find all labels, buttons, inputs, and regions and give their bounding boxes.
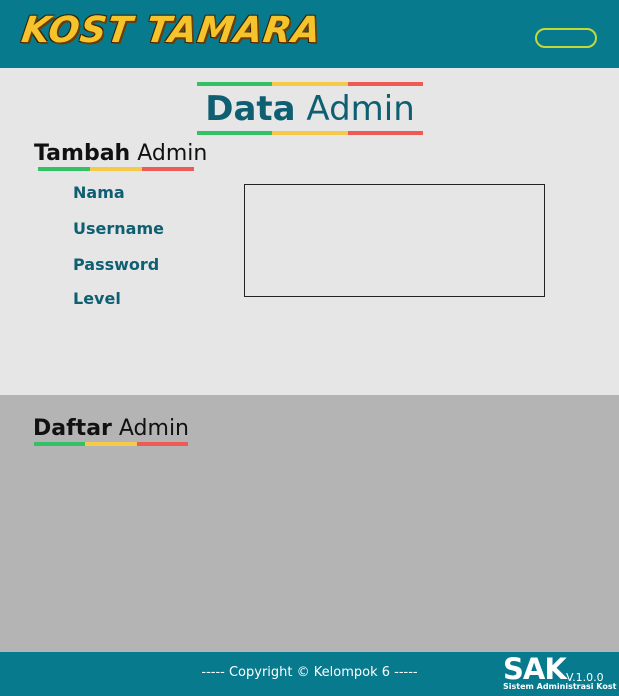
title-accent-top bbox=[197, 82, 423, 86]
page-title: Data Admin bbox=[197, 86, 423, 131]
tambah-title-light: Admin bbox=[137, 141, 208, 166]
tambah-accent bbox=[38, 167, 194, 171]
sak-version: V.1.0.0 bbox=[566, 671, 604, 684]
field-label-username: Username bbox=[73, 219, 164, 238]
field-label-level: Level bbox=[73, 289, 121, 308]
title-accent-bottom bbox=[197, 131, 423, 135]
tambah-title-bold: Tambah bbox=[34, 141, 131, 166]
page-title-bold: Data bbox=[205, 89, 296, 129]
header-pill-button[interactable] bbox=[535, 28, 597, 48]
daftar-accent bbox=[34, 442, 188, 446]
tambah-admin-title: Tambah Admin bbox=[34, 141, 207, 167]
daftar-title-bold: Daftar bbox=[33, 416, 112, 441]
page-title-block: Data Admin bbox=[197, 82, 423, 135]
daftar-admin-section: Daftar Admin bbox=[0, 395, 619, 652]
page-title-light: Admin bbox=[306, 89, 415, 129]
footer: ----- Copyright © Kelompok 6 ----- SAK V… bbox=[0, 652, 619, 696]
field-label-password: Password bbox=[73, 255, 160, 274]
kost-tamara-logo: KOST TAMARA bbox=[19, 10, 324, 51]
admin-form-input-area[interactable] bbox=[244, 184, 545, 297]
daftar-title-light: Admin bbox=[118, 416, 190, 441]
tambah-admin-heading: Tambah Admin bbox=[34, 141, 207, 171]
top-header: KOST TAMARA bbox=[0, 0, 619, 68]
sak-brand: SAK V.1.0.0 Sistem Administrasi Kost bbox=[503, 654, 616, 691]
daftar-admin-title: Daftar Admin bbox=[33, 416, 190, 442]
daftar-admin-heading: Daftar Admin bbox=[33, 416, 190, 446]
field-label-nama: Nama bbox=[73, 183, 125, 202]
